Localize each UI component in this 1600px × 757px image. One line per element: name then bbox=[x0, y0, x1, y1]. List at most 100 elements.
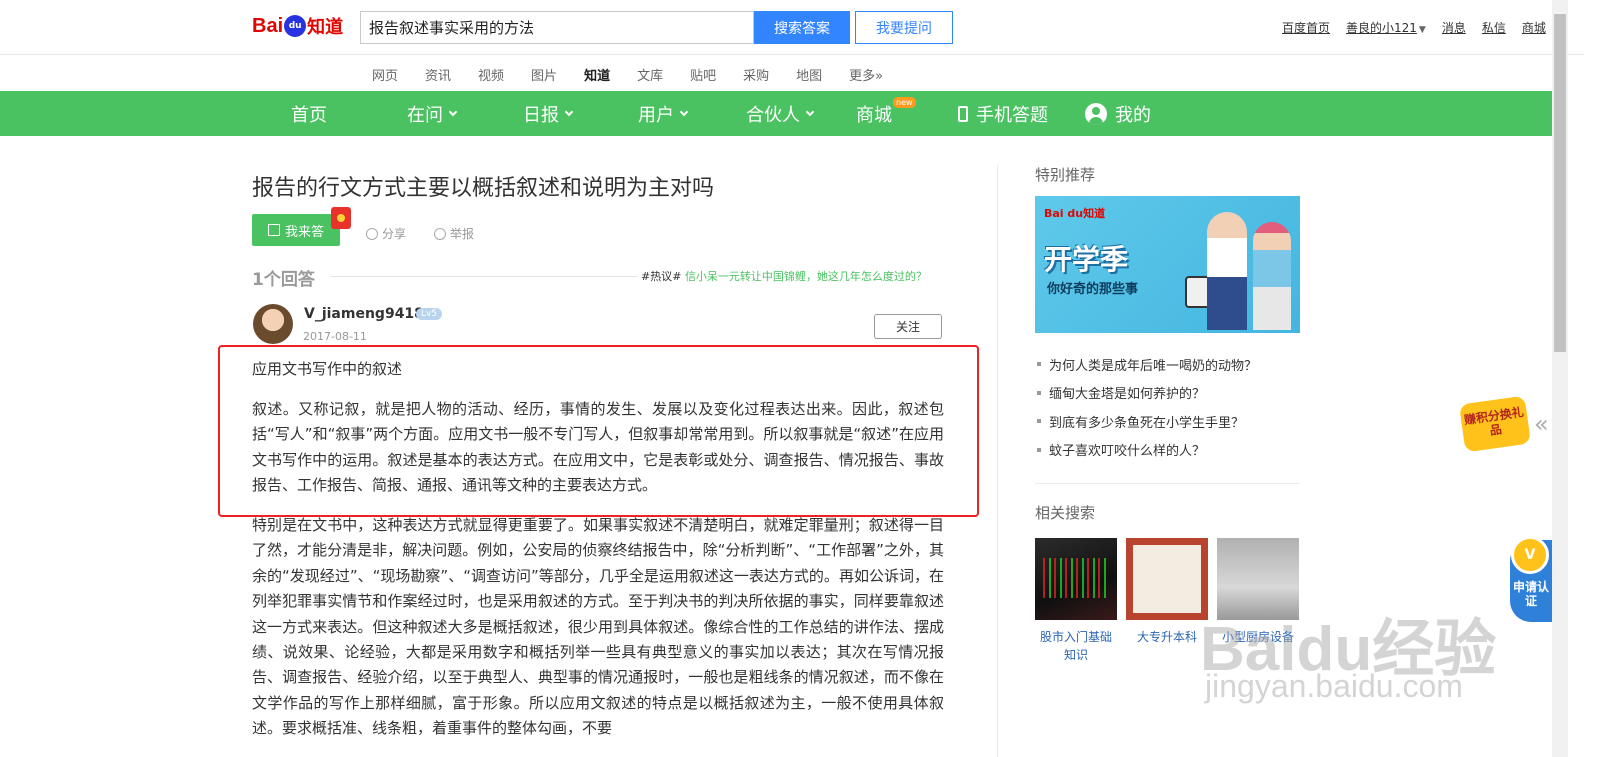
hot-topic-tag: #热议# bbox=[641, 270, 682, 283]
baidu-zhidao-logo[interactable]: Bai du 知道 bbox=[252, 8, 343, 44]
nav-mall[interactable]: 商城 new bbox=[856, 91, 916, 136]
main-nav-bar: 首页 在问 日报 用户 合伙人 商城 new 手机答题 我的 bbox=[0, 91, 1552, 136]
earn-points-badge[interactable]: 赚积分换礼品 bbox=[1458, 395, 1532, 453]
follow-button[interactable]: 关注 bbox=[874, 314, 942, 339]
caret-down-icon: ▼ bbox=[1418, 25, 1426, 35]
answer-date: 2017-08-11 bbox=[303, 330, 367, 343]
avatar[interactable] bbox=[253, 304, 293, 344]
nav-home[interactable]: 首页 bbox=[291, 91, 327, 136]
answer-paragraph: 特别是在文书中，这种表达方式就显得更重要了。如果事实叙述不清楚明白，就难定罪量刑… bbox=[252, 516, 944, 738]
username-link[interactable]: 善良的小121 bbox=[1346, 21, 1417, 35]
search-answer-button[interactable]: 搜索答案 bbox=[754, 11, 850, 44]
answerer-name[interactable]: V_jiameng9418 bbox=[304, 306, 424, 322]
scrollbar-thumb[interactable] bbox=[1554, 14, 1566, 352]
answer-button[interactable]: 我来答 bbox=[252, 214, 340, 246]
nav-mine-label: 我的 bbox=[1115, 104, 1151, 126]
list-item[interactable]: 缅甸大金塔是如何养护的？ bbox=[1037, 379, 1257, 408]
nav-zaiwen-label: 在问 bbox=[407, 104, 443, 126]
highlight-annotation bbox=[218, 345, 979, 517]
nav-yonghu-label: 用户 bbox=[638, 104, 674, 126]
nav-zaiwen[interactable]: 在问 bbox=[407, 91, 458, 136]
subnav-news[interactable]: 资讯 bbox=[425, 58, 451, 95]
share-icon bbox=[366, 227, 378, 240]
nav-hehuoren-label: 合伙人 bbox=[746, 104, 800, 126]
question-title: 报告的行文方式主要以概括叙述和说明为主对吗 bbox=[252, 176, 715, 201]
nav-yonghu[interactable]: 用户 bbox=[638, 91, 689, 136]
related-label[interactable]: 大专升本科 bbox=[1126, 628, 1208, 646]
report-button[interactable]: 举报 bbox=[434, 225, 474, 242]
nav-mobile-label: 手机答题 bbox=[976, 104, 1048, 126]
nav-ribao-label: 日报 bbox=[523, 104, 559, 126]
subnav-caigou[interactable]: 采购 bbox=[743, 58, 769, 95]
answer-button-label: 我来答 bbox=[284, 224, 324, 240]
top-header: Bai du 知道 搜索答案 我要提问 百度首页 善良的小121▼ 消息 私信 … bbox=[0, 0, 1584, 55]
sidebar-divider bbox=[997, 165, 998, 757]
student-illustration bbox=[1207, 212, 1247, 330]
nav-mine[interactable]: 我的 bbox=[1085, 91, 1151, 136]
bullet-icon bbox=[1037, 390, 1041, 395]
subnav-map[interactable]: 地图 bbox=[796, 58, 822, 95]
promo-logo: Bai du知道 bbox=[1044, 207, 1106, 220]
user-menu[interactable]: 善良的小121 ▼ bbox=[1346, 19, 1426, 36]
subnav-tieba[interactable]: 贴吧 bbox=[690, 58, 716, 95]
bullet-icon bbox=[1037, 447, 1041, 452]
chevron-down-icon bbox=[805, 107, 815, 116]
sidebar-divider bbox=[1035, 483, 1300, 484]
subnav-images[interactable]: 图片 bbox=[531, 58, 557, 95]
recommendation-list: 为何人类是成年后唯一喝奶的动物？ 缅甸大金塔是如何养护的？ 到底有多少条鱼死在小… bbox=[1037, 350, 1257, 464]
subnav-video[interactable]: 视频 bbox=[478, 58, 504, 95]
list-item[interactable]: 为何人类是成年后唯一喝奶的动物？ bbox=[1037, 350, 1257, 379]
watermark-url: jingyan.baidu.com bbox=[1205, 668, 1463, 704]
logo-bai-text: Bai bbox=[252, 14, 284, 37]
subnav-web[interactable]: 网页 bbox=[372, 58, 398, 95]
bullet-icon bbox=[1037, 362, 1041, 367]
messages-link[interactable]: 消息 bbox=[1442, 19, 1466, 36]
list-item-label: 到底有多少条鱼死在小学生手里？ bbox=[1049, 415, 1245, 431]
ask-question-button[interactable]: 我要提问 bbox=[855, 11, 953, 44]
list-item[interactable]: 到底有多少条鱼死在小学生手里？ bbox=[1037, 407, 1257, 436]
hot-topic[interactable]: #热议# 信小呆一元转让中国锦鲤，她这几年怎么度过的？ bbox=[641, 268, 927, 284]
baidu-home-link[interactable]: 百度首页 bbox=[1282, 19, 1330, 36]
related-thumbnail-stock[interactable] bbox=[1035, 538, 1117, 620]
list-item-label: 缅甸大金塔是如何养护的？ bbox=[1049, 387, 1206, 403]
chevron-down-icon bbox=[679, 107, 689, 116]
hot-topic-link[interactable]: 信小呆一元转让中国锦鲤，她这几年怎么度过的？ bbox=[685, 270, 927, 283]
nav-hehuoren[interactable]: 合伙人 bbox=[746, 91, 815, 136]
chevron-down-icon bbox=[448, 107, 458, 116]
nav-ribao[interactable]: 日报 bbox=[523, 91, 574, 136]
related-label[interactable]: 股市入门基础知识 bbox=[1035, 628, 1117, 664]
share-button[interactable]: 分享 bbox=[366, 225, 406, 242]
related-thumbnail-certificate[interactable] bbox=[1126, 538, 1208, 620]
red-packet-icon bbox=[331, 207, 351, 229]
divider bbox=[330, 276, 638, 277]
list-item[interactable]: 蚊子喜欢叮咬什么样的人？ bbox=[1037, 436, 1257, 465]
top-links: 百度首页 善良的小121 ▼ 消息 私信 商城 bbox=[1282, 19, 1546, 36]
new-badge: new bbox=[893, 97, 916, 108]
promo-subline: 你好奇的那些事 bbox=[1047, 282, 1139, 297]
verified-icon: V bbox=[1511, 536, 1549, 574]
chevron-down-icon bbox=[564, 107, 574, 116]
user-icon bbox=[1085, 102, 1107, 125]
edit-icon bbox=[267, 224, 280, 236]
private-message-link[interactable]: 私信 bbox=[1482, 19, 1506, 36]
collapse-icon[interactable]: « bbox=[1534, 410, 1549, 438]
level-badge: Lv5 bbox=[416, 308, 443, 320]
promo-headline: 开学季 bbox=[1044, 243, 1129, 276]
promo-banner[interactable]: Bai du知道 开学季 你好奇的那些事 bbox=[1035, 196, 1300, 333]
list-item-label: 蚊子喜欢叮咬什么样的人？ bbox=[1049, 444, 1206, 460]
paw-icon: du bbox=[284, 15, 307, 37]
featured-title: 特别推荐 bbox=[1035, 166, 1096, 184]
mall-link[interactable]: 商城 bbox=[1522, 19, 1546, 36]
nav-mobile-answer[interactable]: 手机答题 bbox=[958, 91, 1048, 136]
share-label: 分享 bbox=[382, 227, 407, 241]
student-illustration bbox=[1253, 222, 1291, 330]
subnav-zhidao[interactable]: 知道 bbox=[572, 58, 623, 95]
product-subnav: 网页 资讯 视频 图片 知道 文库 贴吧 采购 地图 更多» bbox=[372, 58, 910, 95]
answers-count: 1个回答 bbox=[252, 270, 315, 290]
search-input[interactable] bbox=[360, 11, 754, 44]
related-title: 相关搜索 bbox=[1035, 504, 1096, 522]
bullet-icon bbox=[1037, 419, 1041, 424]
subnav-wenku[interactable]: 文库 bbox=[637, 58, 663, 95]
list-item-label: 为何人类是成年后唯一喝奶的动物？ bbox=[1049, 358, 1258, 374]
subnav-more[interactable]: 更多» bbox=[849, 58, 883, 95]
